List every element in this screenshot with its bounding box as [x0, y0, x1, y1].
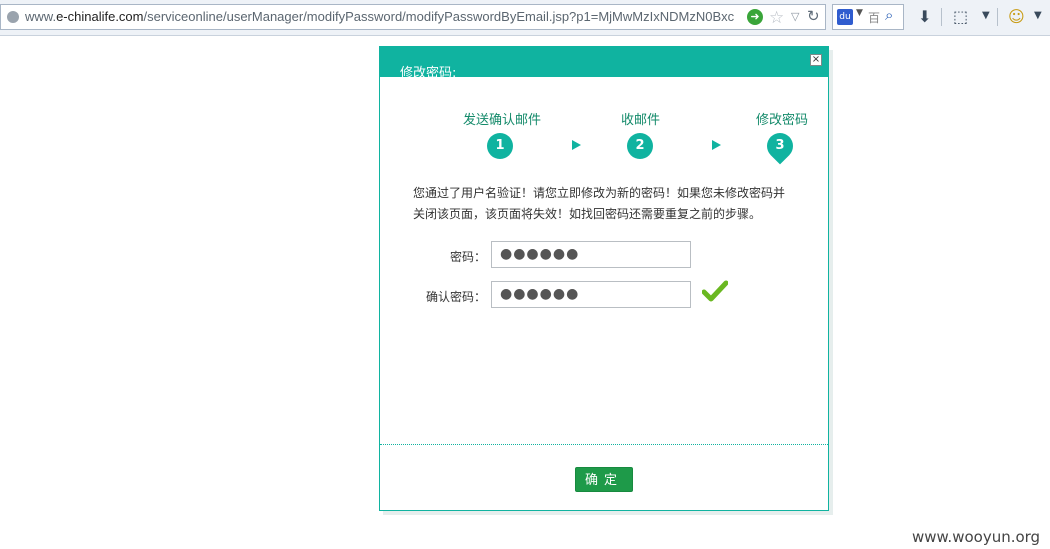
step-1-number: 1	[487, 133, 513, 159]
close-button[interactable]: ×	[810, 54, 822, 66]
step-3-label: 修改密码	[756, 113, 809, 128]
toolbar-divider	[997, 8, 998, 26]
go-icon[interactable]: ➜	[747, 9, 763, 25]
password-input[interactable]: ●●●●●●	[491, 241, 691, 268]
step-arrow-icon	[572, 140, 581, 150]
download-icon[interactable]: ⬇	[918, 7, 931, 26]
browser-toolbar: www.e-chinalife.com/serviceonline/userMa…	[0, 0, 1050, 36]
url-path: /serviceonline/userManager/modifyPasswor…	[143, 9, 735, 24]
url-domain: e-chinalife.com	[56, 9, 144, 24]
dialog-header: 修改密码: ×	[380, 47, 828, 81]
notice-text: 您通过了用户名验证！请您立即修改为新的密码！如果您未修改密码并 关闭该页面，该页…	[413, 183, 798, 225]
watermark: www.wooyun.org	[912, 528, 1041, 546]
search-box[interactable]: du ▼ 百 ⌕	[832, 4, 904, 30]
step-arrow-icon	[712, 140, 721, 150]
screenshot-dropdown-icon[interactable]: ▼	[982, 10, 990, 21]
notice-line-2: 关闭该页面，该页面将失效！如找回密码还需要重复之前的步骤。	[413, 207, 762, 221]
menu-dropdown-icon[interactable]: ▼	[1034, 10, 1042, 21]
password-label: 密码：	[449, 250, 486, 264]
screenshot-icon[interactable]: ⬚	[953, 7, 968, 26]
checkmark-icon	[702, 280, 728, 302]
bookmark-star-icon[interactable]: ☆	[769, 6, 784, 30]
address-bar[interactable]: www.e-chinalife.com/serviceonline/userMa…	[0, 4, 826, 30]
confirm-password-label: 确认密码：	[425, 290, 486, 304]
toolbar-divider	[941, 8, 942, 26]
search-placeholder: 百	[868, 11, 881, 25]
footer-divider	[380, 444, 828, 445]
emoji-icon[interactable]: ☺	[1008, 7, 1025, 26]
confirm-button[interactable]: 确定	[575, 467, 633, 492]
step-3-number: 3	[775, 138, 785, 153]
site-identity-icon[interactable]	[7, 11, 19, 23]
step-3-pin: 3	[761, 127, 799, 165]
modify-password-dialog: 修改密码: × 发送确认邮件 1 收邮件 2 修改密码 3 您通过了用户名验证！…	[379, 46, 829, 511]
url-text[interactable]: www.e-chinalife.com/serviceonline/userMa…	[25, 5, 743, 29]
step-2-number: 2	[627, 133, 653, 159]
notice-line-1: 您通过了用户名验证！请您立即修改为新的密码！如果您未修改密码并	[413, 186, 786, 200]
dialog-title: 修改密码:	[400, 66, 457, 81]
search-icon[interactable]: ⌕	[885, 6, 893, 24]
reload-icon[interactable]: ↻	[807, 5, 820, 29]
step-1-label: 发送确认邮件	[463, 113, 542, 128]
url-prefix: www.	[25, 9, 57, 24]
step-2-label: 收邮件	[621, 113, 661, 128]
search-engine-dropdown-icon[interactable]: ▼	[856, 8, 863, 18]
confirm-password-input[interactable]: ●●●●●●	[491, 281, 691, 308]
baidu-search-engine-icon[interactable]: du	[837, 9, 853, 25]
history-dropdown-icon[interactable]: ▽	[791, 5, 799, 29]
